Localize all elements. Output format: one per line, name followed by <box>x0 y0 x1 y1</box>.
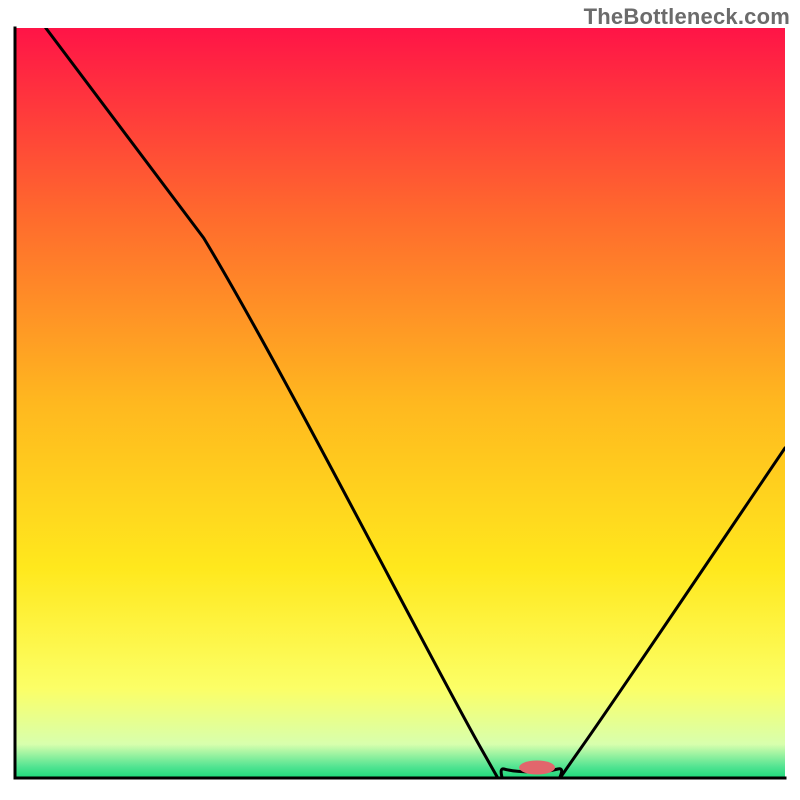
watermark-label: TheBottleneck.com <box>584 4 790 30</box>
optimal-marker <box>519 761 555 775</box>
chart-stage: TheBottleneck.com <box>0 0 800 800</box>
chart-svg <box>0 0 800 800</box>
